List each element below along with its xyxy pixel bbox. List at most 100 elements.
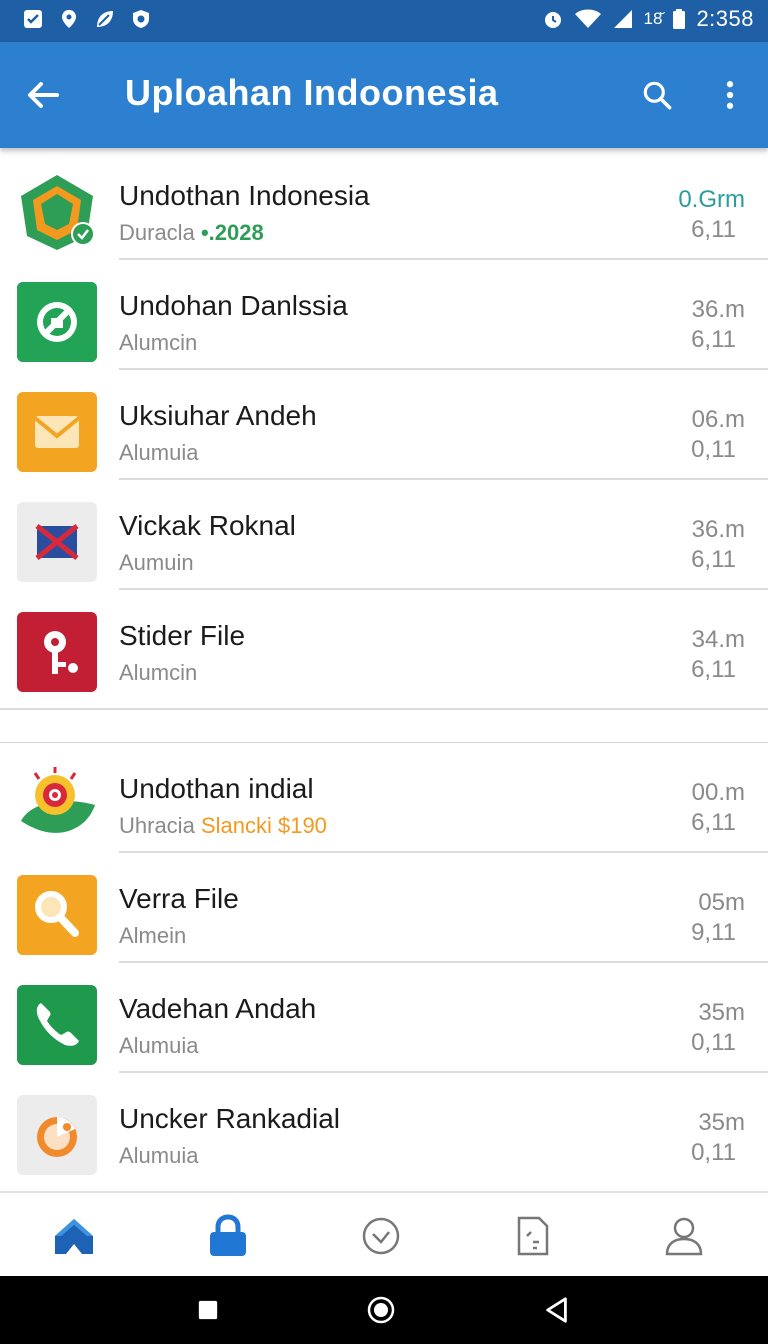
lock-tab[interactable] bbox=[203, 1211, 253, 1261]
battery-percentage: 18̆ bbox=[643, 9, 663, 28]
lock-icon bbox=[210, 1214, 246, 1256]
app-size: 00.m bbox=[691, 779, 745, 806]
app-name: Undothan indial bbox=[119, 773, 314, 804]
app-version: 6,11 bbox=[691, 216, 736, 243]
app-publisher: Almein bbox=[119, 923, 187, 948]
app-version: 6,11 bbox=[691, 809, 736, 836]
app-publisher: Alumcin bbox=[119, 330, 198, 355]
app-list-section-2: Undothan indial Uhracia Slancki $190 00.… bbox=[0, 742, 768, 1183]
app-publisher: Alumuia bbox=[119, 1033, 199, 1058]
magnifier-icon bbox=[17, 875, 97, 955]
history-tab[interactable] bbox=[356, 1211, 406, 1261]
bottom-navigation bbox=[0, 1191, 768, 1276]
mail-icon bbox=[17, 392, 97, 472]
home-button[interactable] bbox=[361, 1290, 401, 1330]
app-subtitle: Duracla •.2028 bbox=[119, 220, 264, 246]
app-name: Vickak Roknal bbox=[119, 510, 296, 541]
app-name: Stider File bbox=[119, 620, 246, 651]
calendar-icon bbox=[22, 8, 44, 30]
app-size: 36.m bbox=[691, 296, 745, 323]
recents-button[interactable] bbox=[188, 1290, 228, 1330]
key-icon bbox=[17, 612, 97, 692]
app-version: 0,11 bbox=[691, 1139, 736, 1166]
app-bar: Uploahan Indoonesia bbox=[0, 42, 768, 148]
app-version: 6,11 bbox=[691, 656, 736, 683]
clock: 2:358 bbox=[696, 6, 754, 31]
section-divider bbox=[0, 708, 768, 710]
location-icon bbox=[58, 8, 80, 30]
list-item[interactable]: Stider File Alumcin 34.m 6,11 bbox=[0, 590, 768, 700]
app-name: Undohan Danlssia bbox=[119, 290, 348, 321]
alarm-icon bbox=[542, 8, 564, 30]
system-indicators: 18̆ 2:358 bbox=[542, 6, 754, 32]
more-vert-icon bbox=[726, 81, 734, 109]
leaf-target-icon bbox=[17, 765, 97, 845]
app-name: Vadehan Andah bbox=[119, 993, 317, 1024]
profile-tab[interactable] bbox=[659, 1211, 709, 1261]
search-icon bbox=[643, 81, 672, 110]
wifi-icon bbox=[574, 8, 602, 30]
envelope-x-icon bbox=[17, 502, 97, 582]
app-size: 35m bbox=[698, 999, 745, 1026]
circle-icon bbox=[367, 1296, 395, 1324]
app-size: 0.Grm bbox=[678, 186, 745, 213]
app-version: 0,11 bbox=[691, 1029, 736, 1056]
app-size: 35m bbox=[698, 1109, 745, 1136]
list-item[interactable]: Vickak Roknal Aumuin 36.m 6,11 bbox=[0, 480, 768, 590]
app-publisher: Alumuia bbox=[119, 1143, 199, 1168]
app-name: Verra File bbox=[119, 883, 239, 914]
notification-icons bbox=[22, 8, 152, 30]
list-item[interactable]: Uksiuhar Andeh Alumuia 06.m 0,11 bbox=[0, 370, 768, 480]
home-icon bbox=[55, 1219, 93, 1254]
app-publisher: Uhracia bbox=[119, 813, 195, 838]
system-navigation-bar bbox=[0, 1276, 768, 1344]
page-title: Uploahan Indoonesia bbox=[125, 72, 499, 113]
list-item[interactable]: Undohan Danlssia Alumcin 36.m 6,11 bbox=[0, 260, 768, 370]
shield-icon bbox=[130, 8, 152, 30]
home-tab[interactable] bbox=[49, 1211, 99, 1261]
list-item[interactable]: Uncker Rankadial Alumuia 35m 0,11 bbox=[0, 1073, 768, 1183]
app-size: 34.m bbox=[691, 626, 745, 653]
app-publisher: Aumuin bbox=[119, 550, 194, 575]
search-button[interactable] bbox=[632, 70, 682, 120]
app-publisher: Duracla bbox=[119, 220, 195, 245]
list-item[interactable]: Verra File Almein 05m 9,11 bbox=[0, 853, 768, 963]
app-name: Uksiuhar Andeh bbox=[119, 400, 317, 431]
signal-icon bbox=[612, 8, 634, 30]
list-item[interactable]: Undothan Indonesia Duracla •.2028 0.Grm … bbox=[0, 150, 768, 260]
back-button[interactable] bbox=[18, 70, 68, 120]
person-icon bbox=[665, 1217, 703, 1256]
more-options-button[interactable] bbox=[708, 70, 752, 120]
app-version: 0,11 bbox=[691, 436, 736, 463]
document-tab[interactable] bbox=[508, 1211, 558, 1261]
back-nav-button[interactable] bbox=[537, 1290, 577, 1330]
app-list-section-1: Undothan Indonesia Duracla •.2028 0.Grm … bbox=[0, 150, 768, 700]
clock-icon bbox=[362, 1217, 400, 1255]
leaf-icon bbox=[94, 8, 116, 30]
list-item[interactable]: Undothan indial Uhracia Slancki $190 00.… bbox=[0, 743, 768, 853]
app-version: 9,11 bbox=[691, 919, 736, 946]
arrow-left-icon bbox=[28, 82, 59, 108]
document-icon bbox=[517, 1216, 549, 1256]
battery-icon bbox=[672, 8, 686, 30]
map-pin-badge-icon bbox=[17, 172, 97, 252]
file-check-icon bbox=[17, 282, 97, 362]
square-icon bbox=[198, 1300, 218, 1320]
app-size: 05m bbox=[698, 889, 745, 916]
list-item[interactable]: Vadehan Andah Alumuia 35m 0,11 bbox=[0, 963, 768, 1073]
phone-icon bbox=[17, 985, 97, 1065]
app-publisher: Alumcin bbox=[119, 660, 198, 685]
app-name: Undothan Indonesia bbox=[119, 180, 370, 211]
app-price-label: Slancki $190 bbox=[200, 813, 327, 838]
app-subtitle: Uhracia Slancki $190 bbox=[119, 813, 327, 839]
app-accent-label: •.2028 bbox=[200, 220, 264, 245]
app-size: 36.m bbox=[691, 516, 745, 543]
app-name: Uncker Rankadial bbox=[119, 1103, 340, 1134]
triangle-back-icon bbox=[546, 1297, 567, 1323]
app-version: 6,11 bbox=[691, 326, 736, 353]
app-publisher: Alumuia bbox=[119, 440, 199, 465]
app-size: 06.m bbox=[691, 406, 745, 433]
chart-circle-icon bbox=[17, 1095, 97, 1175]
app-version: 6,11 bbox=[691, 546, 736, 573]
status-bar: 18̆ 2:358 bbox=[0, 0, 768, 42]
